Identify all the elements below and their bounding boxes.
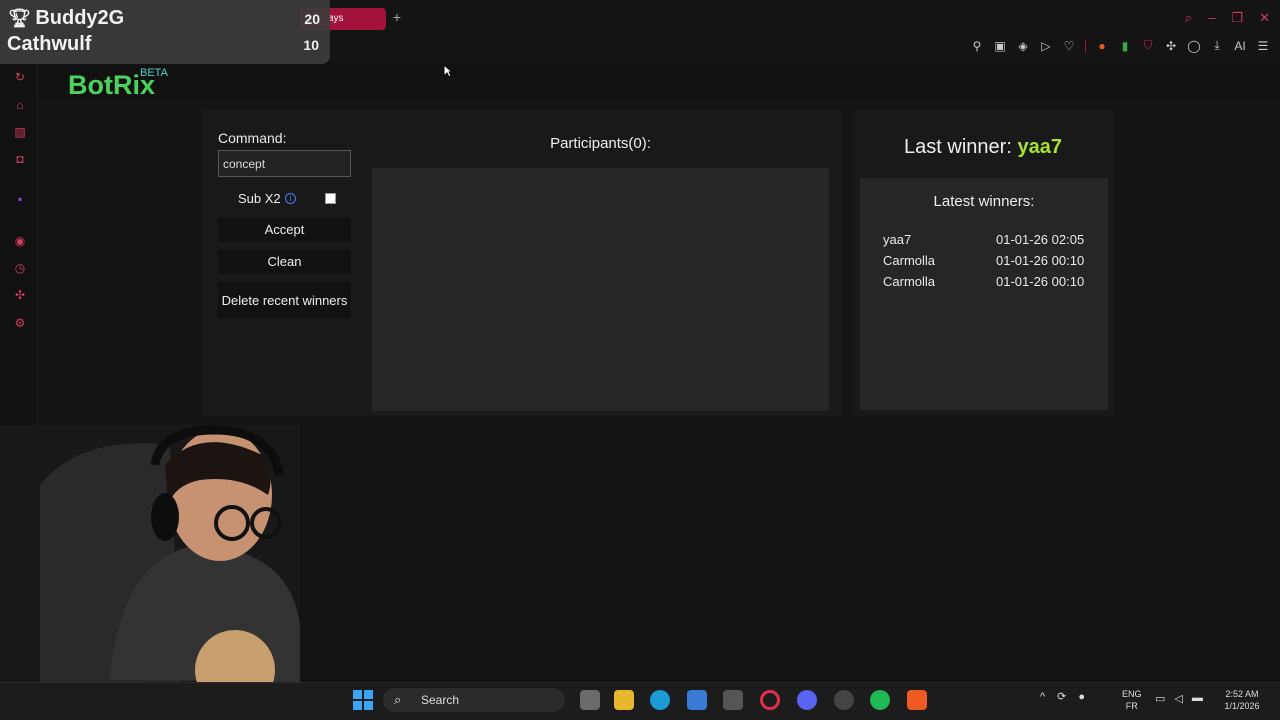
shield-extension-icon[interactable]: ⛉	[1141, 38, 1155, 53]
last-winner-label: Last winner:	[904, 136, 1012, 158]
sidebar-history-icon[interactable]: ◷	[12, 261, 28, 275]
app-header	[38, 62, 1280, 100]
minimize-icon[interactable]: –	[1208, 10, 1215, 26]
snapshot-icon[interactable]: ▣	[993, 39, 1007, 53]
winner-row: Carmolla 01-01-26 00:10	[883, 274, 1085, 289]
winner-name: Carmolla	[883, 274, 936, 289]
leaderboard-name: Buddy2G	[35, 7, 125, 29]
microphone-icon[interactable]: ●	[1078, 691, 1085, 703]
beta-badge: BETA	[140, 67, 168, 79]
leaderboard-score: 20	[304, 11, 320, 27]
language-bottom: FR	[1125, 701, 1138, 711]
sidebar-extensions-icon[interactable]: ✣	[12, 288, 28, 302]
toolbar-divider	[1085, 38, 1086, 53]
play-icon[interactable]: ▷	[1039, 39, 1053, 53]
profile-icon[interactable]: ◯	[1187, 39, 1201, 53]
discord-icon[interactable]	[797, 690, 817, 710]
edge-icon[interactable]	[650, 690, 670, 710]
extension-green-icon[interactable]: ▮	[1118, 39, 1132, 53]
winner-row: yaa7 01-01-26 02:05	[883, 232, 1085, 247]
sidebar-bag-icon[interactable]: ⌂	[12, 98, 28, 112]
winner-date: 01-01-26 00:10	[996, 274, 1085, 289]
sidebar-notes-icon[interactable]: ▧	[12, 125, 28, 139]
winner-date: 01-01-26 00:10	[996, 253, 1085, 268]
search-tabs-icon[interactable]: ⌕	[1185, 10, 1192, 26]
browser-toolbar: ⚲ ▣ ◈ ▷ ♡ ● ▮ ⛉ ✣ ◯ ⤓ AI ☰	[970, 38, 1270, 53]
network-icon[interactable]: ▭	[1155, 692, 1165, 705]
clock-time: 2:52 AM	[1225, 689, 1259, 699]
winner-name: Carmolla	[883, 253, 936, 268]
windows-start-icon[interactable]	[353, 690, 373, 710]
info-icon[interactable]: i	[285, 193, 296, 204]
language-top: ENG	[1122, 689, 1142, 699]
sub-x2-checkbox[interactable]	[325, 193, 336, 204]
volume-icon[interactable]: ◁	[1174, 692, 1182, 705]
opera-icon[interactable]	[760, 690, 780, 710]
winner-row: Carmolla 01-01-26 00:10	[883, 253, 1085, 268]
leaderboard-score: 10	[303, 37, 319, 53]
tray-expand-icon[interactable]: ^	[1040, 691, 1045, 703]
accept-button[interactable]: Accept	[218, 218, 351, 242]
brave-icon[interactable]	[907, 690, 927, 710]
status-icons: ▭ ◁ ▬	[1155, 692, 1203, 705]
leaderboard-row: Cathwulf 10	[7, 33, 325, 56]
sidebar-twitch-icon[interactable]: ▪	[12, 192, 28, 206]
window-controls: ⌕ – ❐ ✕	[1185, 10, 1270, 26]
command-label: Command:	[218, 130, 287, 146]
search-icon: ⌕	[394, 692, 402, 707]
trophy-icon: 🏆︎	[8, 8, 31, 28]
pin-icon[interactable]: ⚲	[970, 39, 984, 53]
clock-date: 1/1/2026	[1224, 701, 1260, 711]
last-winner-heading: Last winner: yaa7	[852, 136, 1114, 159]
download-icon[interactable]: ⤓	[1210, 38, 1224, 53]
webcam-overlay	[0, 425, 300, 682]
menu-icon[interactable]: ☰	[1256, 39, 1270, 53]
obs-icon[interactable]	[834, 690, 854, 710]
battery-icon[interactable]: ▬	[1192, 692, 1203, 705]
taskbar-clock[interactable]: 2:52 AM 1/1/2026	[1218, 688, 1266, 712]
winner-name: yaa7	[883, 232, 912, 247]
windows-taskbar	[0, 682, 1280, 720]
clean-button[interactable]: Clean	[218, 250, 351, 274]
store-icon[interactable]	[687, 690, 707, 710]
sidebar-messenger-icon[interactable]: ◘	[12, 152, 28, 166]
command-input[interactable]	[218, 150, 351, 177]
app-icon[interactable]	[723, 690, 743, 710]
leaderboard-overlay: 🏆︎ Buddy2G 20 Cathwulf 10	[0, 0, 330, 64]
close-icon[interactable]: ✕	[1259, 10, 1270, 26]
delete-recent-winners-button[interactable]: Delete recent winners	[218, 282, 351, 318]
file-explorer-icon[interactable]	[614, 690, 634, 710]
leaderboard-row: 🏆︎ Buddy2G 20	[8, 7, 326, 30]
leaderboard-name: Cathwulf	[7, 33, 92, 55]
extension-orange-icon[interactable]: ●	[1095, 39, 1109, 53]
task-view-icon[interactable]	[580, 690, 600, 710]
last-winner-name: yaa7	[1017, 136, 1062, 158]
latest-winners-box	[860, 178, 1108, 410]
new-tab-button[interactable]: +	[389, 9, 405, 27]
restore-icon[interactable]: ❐	[1231, 10, 1243, 26]
winner-date: 01-01-26 02:05	[996, 232, 1085, 247]
language-indicator[interactable]: ENG FR	[1122, 688, 1142, 712]
taskbar-search[interactable]: Search	[383, 688, 565, 712]
participants-title: Participants(0):	[550, 135, 651, 152]
extensions-puzzle-icon[interactable]: ✣	[1164, 39, 1178, 53]
ai-label: AI	[1234, 38, 1246, 53]
sidebar-player-icon[interactable]: ◉	[12, 234, 28, 248]
ai-icon[interactable]: AI	[1233, 39, 1247, 53]
sub-x2-label: Sub X2	[238, 191, 281, 206]
participants-list[interactable]	[372, 168, 829, 411]
mouse-cursor-icon	[443, 64, 453, 78]
latest-winners-title: Latest winners:	[933, 193, 1035, 210]
system-tray: ^ ⟳ ●	[1040, 690, 1085, 704]
heart-icon[interactable]: ♡	[1062, 39, 1076, 53]
sidebar-settings-icon[interactable]: ⚙	[12, 316, 28, 330]
sync-icon[interactable]: ⟳	[1057, 690, 1066, 703]
spotify-icon[interactable]	[870, 690, 890, 710]
sidebar-refresh-icon[interactable]: ↻	[12, 70, 28, 84]
pocket-icon[interactable]: ◈	[1016, 39, 1030, 53]
streamer-silhouette	[0, 425, 300, 682]
